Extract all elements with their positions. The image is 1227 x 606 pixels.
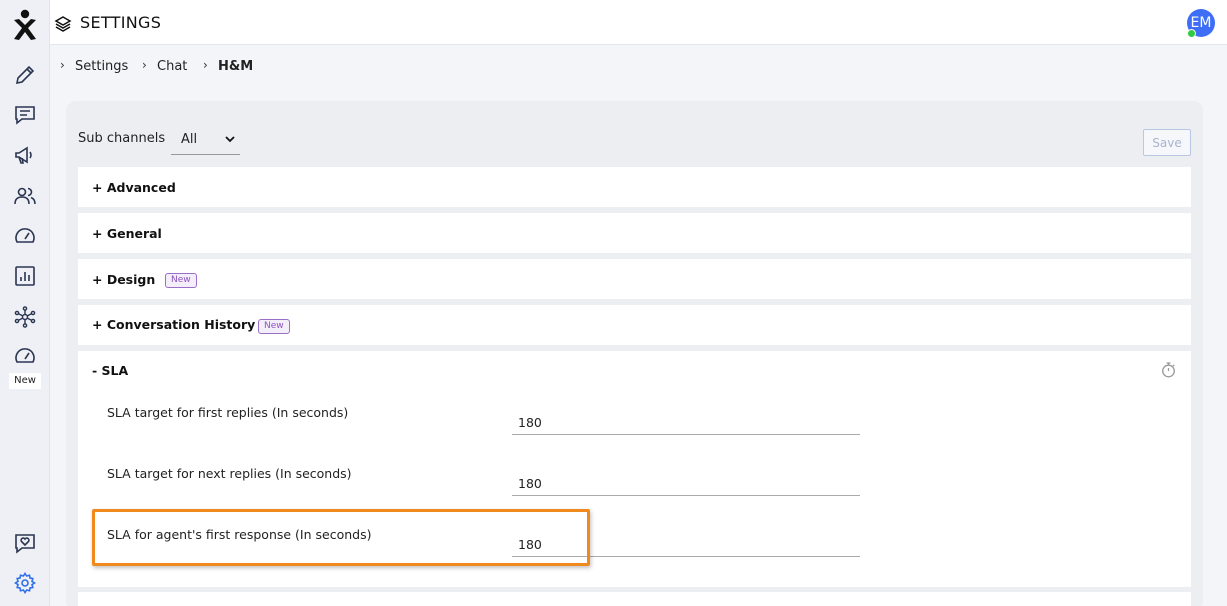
megaphone-icon[interactable] [13,143,37,167]
chevron-right-icon: › [203,58,208,72]
online-status-dot [1187,29,1196,38]
network-icon[interactable] [13,305,37,329]
new-badge: New [165,273,197,288]
section-conversation-history[interactable]: + Conversation History New [78,305,1191,345]
chevron-right-icon: › [142,58,147,72]
sidebar: New [0,0,50,606]
chevron-down-icon [225,136,235,143]
breadcrumb: › Settings › Chat › H&M [50,46,1227,86]
section-general[interactable]: + General [78,213,1191,253]
chat-icon[interactable] [13,103,37,127]
sla-first-replies-input[interactable]: 180 [512,405,860,435]
users-icon[interactable] [13,184,37,208]
pencil-icon[interactable] [13,63,37,87]
sla-next-replies-input[interactable]: 180 [512,466,860,496]
app-logo[interactable] [11,9,39,41]
chevron-right-icon: › [60,58,65,72]
new-label: New [9,373,41,389]
sla-agent-first-response-label: SLA for agent's first response (In secon… [107,527,372,542]
section-advanced-label: + Advanced [92,180,176,195]
next-section-edge [78,592,1191,606]
save-button[interactable]: Save [1143,129,1191,156]
sla-next-replies-label: SLA target for next replies (In seconds) [107,466,352,481]
bar-chart-icon[interactable] [13,264,37,288]
heart-chat-icon[interactable] [13,531,37,555]
breadcrumb-current: H&M [218,59,254,74]
speedometer-icon[interactable] [13,224,37,248]
top-bar: SETTINGS EM [50,0,1227,45]
section-sla-label[interactable]: - SLA [92,363,128,378]
section-advanced[interactable]: + Advanced [78,167,1191,207]
subchannels-select[interactable]: All [171,127,240,155]
sla-agent-first-response-input[interactable]: 180 [512,527,860,557]
layers-icon [54,16,72,32]
sla-first-replies-label: SLA target for first replies (In seconds… [107,405,349,420]
section-conversation-history-label: + Conversation History [92,317,256,332]
section-general-label: + General [92,226,162,241]
breadcrumb-chat[interactable]: Chat [157,59,187,74]
page-title: SETTINGS [80,13,162,32]
subchannels-label: Sub channels [78,131,166,146]
breadcrumb-settings[interactable]: Settings [75,59,128,74]
speedometer-new-icon[interactable] [13,344,37,368]
gear-icon[interactable] [13,571,37,595]
section-design-label: + Design [92,272,156,287]
stopwatch-icon[interactable] [1160,361,1177,378]
new-badge: New [258,319,290,334]
section-design[interactable]: + Design New [78,259,1191,299]
subchannels-value: All [181,132,198,147]
